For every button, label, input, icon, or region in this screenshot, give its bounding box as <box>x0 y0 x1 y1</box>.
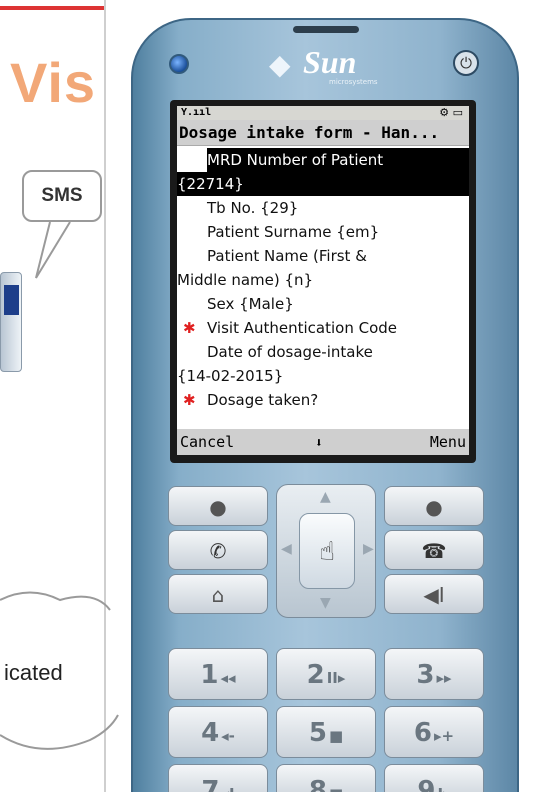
end-call-button[interactable]: ☎ <box>384 530 484 570</box>
key-6[interactable]: 6 ▸+ <box>384 706 484 758</box>
menu-softkey[interactable]: Menu <box>430 429 466 455</box>
key-5[interactable]: 5 ■ <box>276 706 376 758</box>
speaker-grille <box>293 26 359 33</box>
signal-icon: Y.ııl <box>181 107 212 118</box>
cloud-label: icated <box>4 660 63 685</box>
form-field-mrd[interactable]: MRD Number of Patient {22714} <box>177 148 469 196</box>
key-2[interactable]: 2 II▸ <box>276 648 376 700</box>
status-bar: Y.ııl ⚙ ▭ <box>177 106 469 120</box>
softkey-bar: Cancel ⬇ Menu <box>177 429 469 455</box>
form-field-tb-no[interactable]: Tb No. {29} <box>177 196 469 220</box>
mobile-phone-image <box>0 272 22 372</box>
cancel-softkey[interactable]: Cancel <box>180 429 234 455</box>
slide-title: Vis <box>10 51 97 114</box>
call-button[interactable]: ✆ <box>168 530 268 570</box>
key-1[interactable]: 1 ◂◂ <box>168 648 268 700</box>
sms-bubble: SMS <box>22 170 102 222</box>
selection-cursor <box>177 148 207 172</box>
phone-emulator: ⏻ ◆ Sun microsystems Y.ııl ⚙ ▭ Dosage in… <box>131 18 519 792</box>
slide-divider <box>104 0 106 792</box>
form-field-surname[interactable]: Patient Surname {em} <box>177 220 469 244</box>
clear-button[interactable]: ◀I <box>384 574 484 614</box>
left-softkey-button[interactable]: ● <box>168 486 268 526</box>
required-asterisk-icon: ✱ <box>183 319 196 337</box>
nav-down-icon[interactable]: ▼ <box>320 595 331 611</box>
form-field-visit-code[interactable]: ✱ Visit Authentication Code <box>177 316 469 340</box>
key-3[interactable]: 3 ▸▸ <box>384 648 484 700</box>
key-7[interactable]: 7◂I <box>168 764 268 792</box>
key-4[interactable]: 4 ◂- <box>168 706 268 758</box>
power-button[interactable]: ⏻ <box>453 50 479 76</box>
select-button[interactable]: ☝ <box>299 513 355 589</box>
form-field-dosage-date[interactable]: Date of dosage-intake {14-02-2015} <box>177 340 469 388</box>
brand-logo: ◆ Sun microsystems <box>269 44 378 86</box>
navigation-pad[interactable]: ▲ ◀ ▶ ▼ ☝ <box>276 484 376 618</box>
form-list: MRD Number of Patient {22714} Tb No. {29… <box>177 148 469 419</box>
form-field-sex[interactable]: Sex {Male} <box>177 292 469 316</box>
slide-accent-bar <box>0 6 104 10</box>
key-8[interactable]: 8■ <box>276 764 376 792</box>
sun-diamond-icon: ◆ <box>269 48 291 81</box>
form-field-name[interactable]: Patient Name (First & Middle name) {n} <box>177 244 469 292</box>
required-asterisk-icon: ✱ <box>183 391 196 409</box>
scroll-down-icon: ⬇ <box>315 436 323 451</box>
nav-right-icon[interactable]: ▶ <box>363 541 374 557</box>
key-9[interactable]: 9I▸ <box>384 764 484 792</box>
home-button[interactable]: ⌂ <box>168 574 268 614</box>
led-indicator-icon <box>169 54 189 74</box>
phone-screen: Y.ııl ⚙ ▭ Dosage intake form - Han... MR… <box>177 106 469 455</box>
right-softkey-button[interactable]: ● <box>384 486 484 526</box>
form-title: Dosage intake form - Han... <box>177 120 469 146</box>
nav-left-icon[interactable]: ◀ <box>281 541 292 557</box>
battery-icon: ⚙ ▭ <box>439 106 463 119</box>
form-field-dosage-taken[interactable]: ✱ Dosage taken? <box>177 388 469 412</box>
nav-up-icon[interactable]: ▲ <box>320 489 331 505</box>
